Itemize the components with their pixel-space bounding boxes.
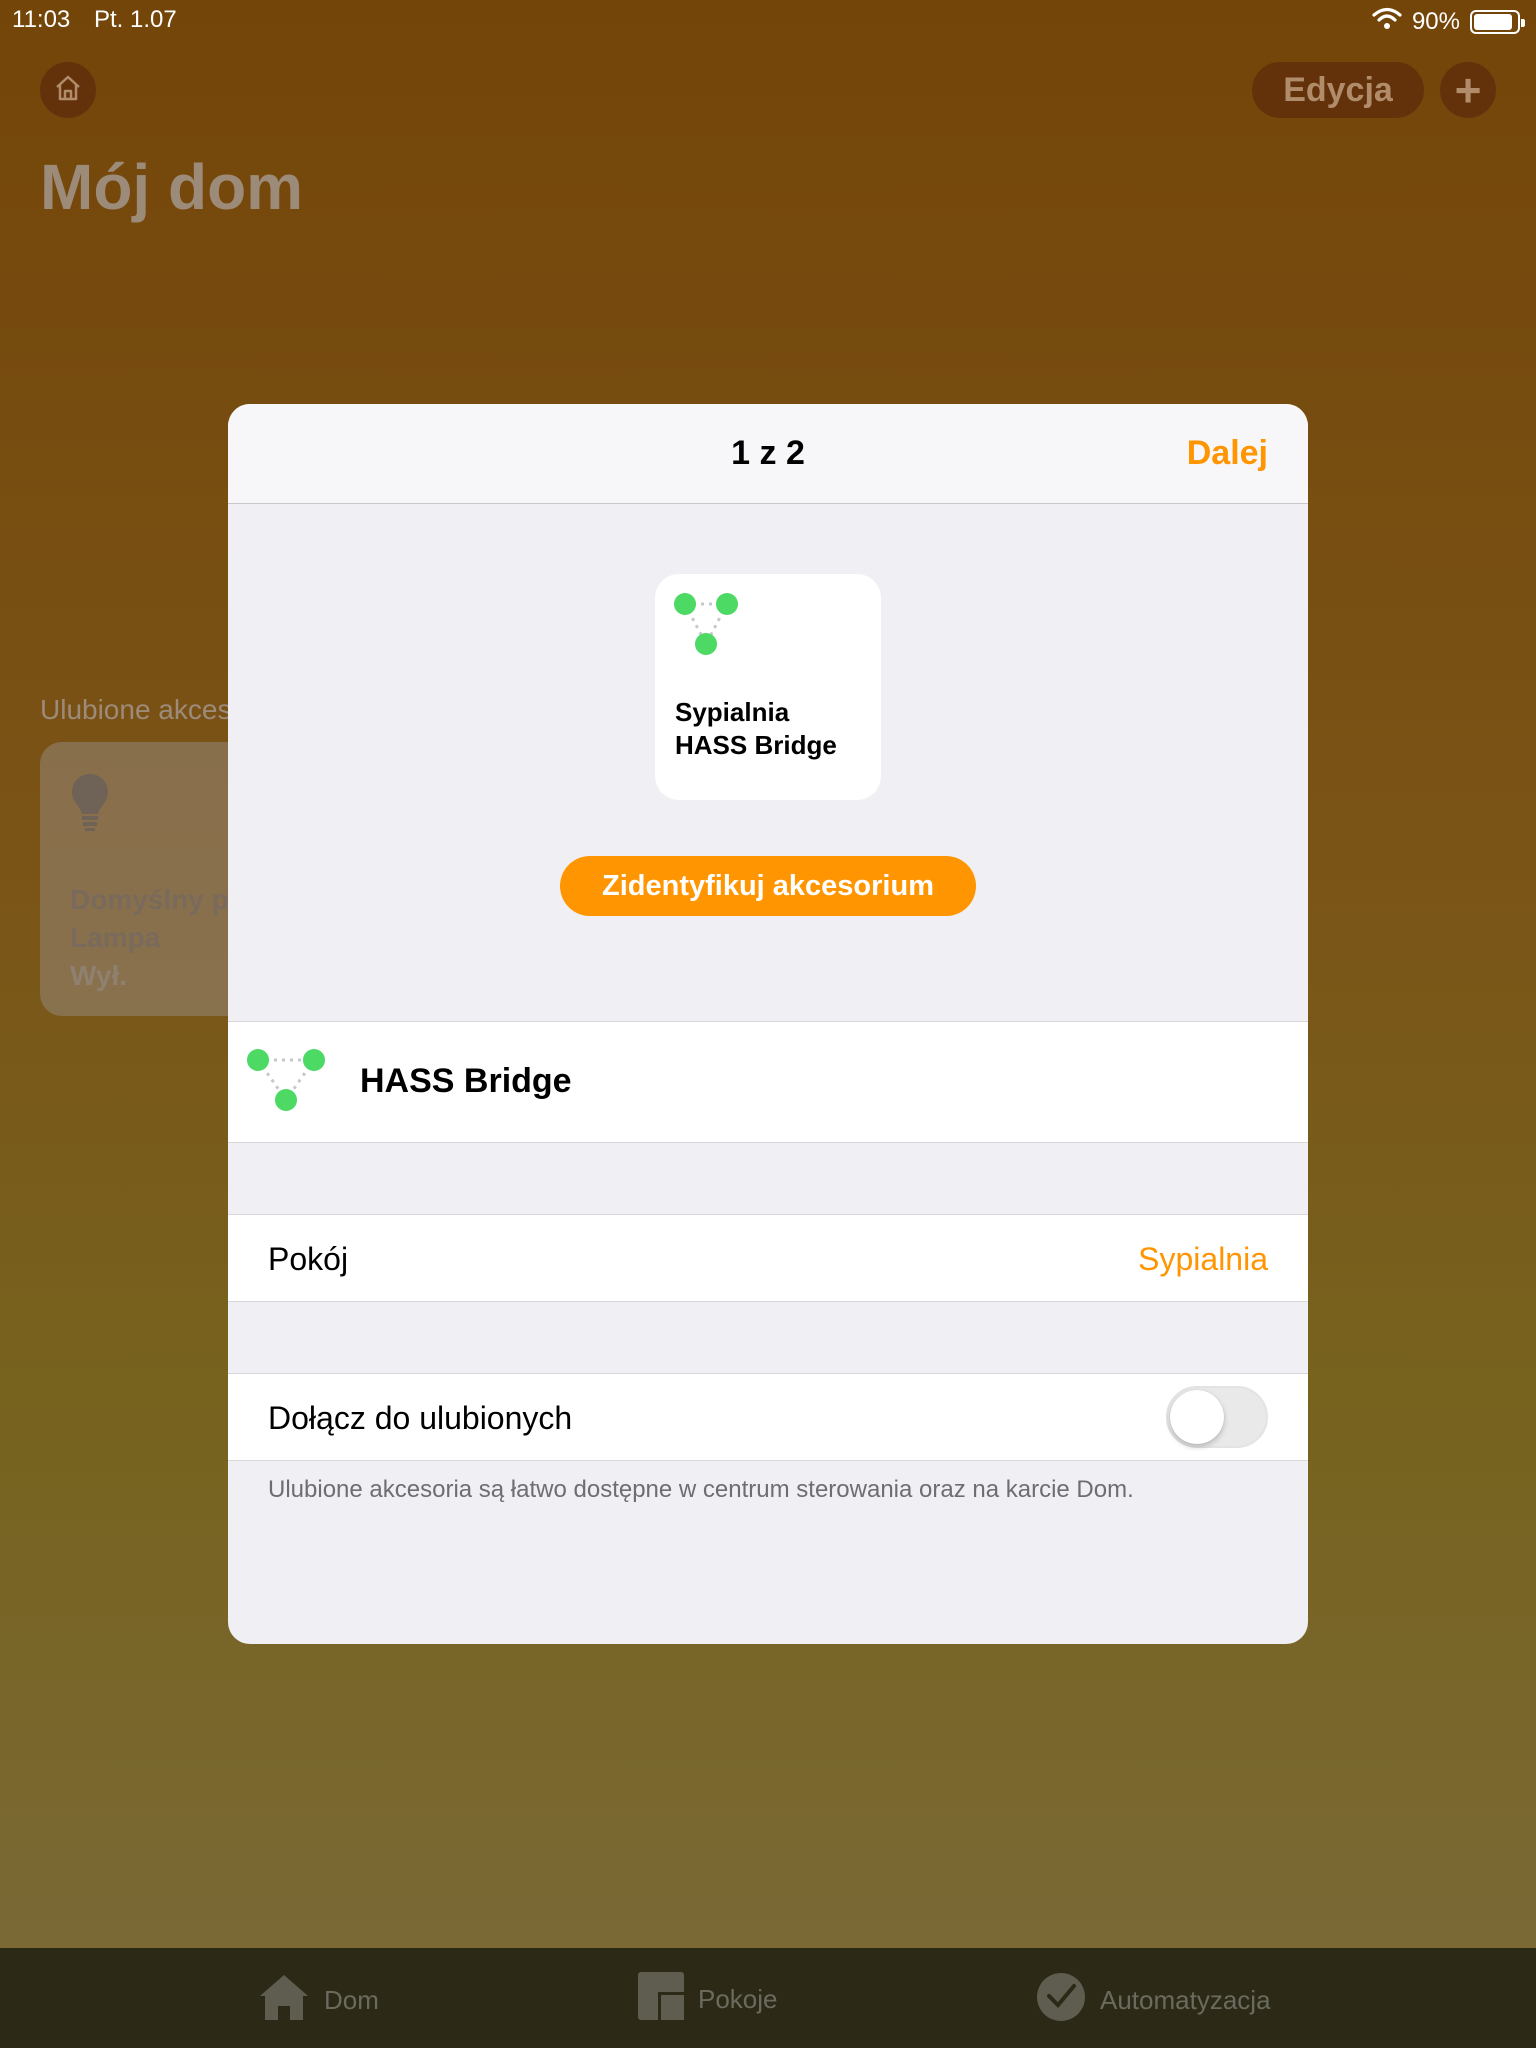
- accessory-card-title: HASS Bridge: [675, 730, 837, 760]
- sheet-title: 1 z 2: [731, 434, 805, 472]
- next-button[interactable]: Dalej: [1187, 434, 1268, 473]
- accessory-card-room: Sypialnia: [675, 697, 790, 727]
- sheet-header: 1 z 2 Dalej: [228, 404, 1308, 504]
- accessory-card-name: Sypialnia HASS Bridge: [675, 696, 875, 762]
- battery-icon: [1470, 9, 1525, 34]
- wifi-icon: [1372, 6, 1402, 37]
- accessory-name-field[interactable]: HASS Bridge: [360, 1062, 572, 1101]
- tab-label: Dom: [324, 1985, 379, 2015]
- rooms-icon: [638, 1972, 684, 2027]
- status-right: 90%: [1372, 6, 1525, 37]
- battery-percent: 90%: [1411, 7, 1460, 35]
- bridge-icon: [673, 592, 739, 667]
- identify-accessory-button[interactable]: Zidentyfikuj akcesorium: [560, 856, 976, 916]
- status-time: 11:03: [12, 6, 71, 33]
- accessory-card[interactable]: Sypialnia HASS Bridge: [655, 574, 881, 800]
- room-label: Pokój: [268, 1241, 349, 1277]
- home-settings-button[interactable]: [40, 62, 96, 118]
- room-value[interactable]: Sypialnia: [1138, 1241, 1268, 1278]
- page-title: Mój dom: [40, 151, 304, 223]
- house-icon: [53, 73, 83, 108]
- toggle-knob: [1170, 1390, 1224, 1444]
- clock-check-icon: [1036, 1972, 1086, 2029]
- edit-button[interactable]: Edycja: [1252, 62, 1424, 118]
- tab-label: Automatyzacja: [1100, 1985, 1271, 2015]
- favorites-label: Dołącz do ulubionych: [268, 1400, 573, 1436]
- favorites-toggle[interactable]: [1166, 1386, 1268, 1448]
- tab-label: Pokoje: [698, 1984, 778, 2014]
- tab-bar: Dom Pokoje Automatyzacja: [0, 1948, 1536, 2048]
- add-button[interactable]: +: [1440, 62, 1496, 118]
- status-date: Pt. 1.07: [94, 6, 177, 33]
- house-icon: [258, 1972, 310, 2029]
- lightbulb-icon: [70, 772, 110, 837]
- tab-dom[interactable]: Dom: [258, 1972, 379, 2029]
- bridge-icon: [246, 1048, 326, 1123]
- tile-accessory-name: Lampa: [70, 922, 161, 953]
- favorites-row: Dołącz do ulubionych: [228, 1373, 1308, 1461]
- tab-pokoje[interactable]: Pokoje: [638, 1972, 778, 2027]
- tab-automatyzacja[interactable]: Automatyzacja: [1036, 1972, 1271, 2029]
- status-bar: 11:03 Pt. 1.07 90%: [0, 0, 1536, 40]
- add-accessory-sheet: 1 z 2 Dalej Sypialnia HASS Bridge Zident…: [228, 404, 1308, 1644]
- tile-status: Wył.: [70, 960, 128, 991]
- accessory-name-row[interactable]: HASS Bridge: [228, 1021, 1308, 1143]
- favorites-footnote: Ulubione akcesoria są łatwo dostępne w c…: [268, 1476, 1134, 1503]
- room-row[interactable]: Pokój Sypialnia: [228, 1214, 1308, 1302]
